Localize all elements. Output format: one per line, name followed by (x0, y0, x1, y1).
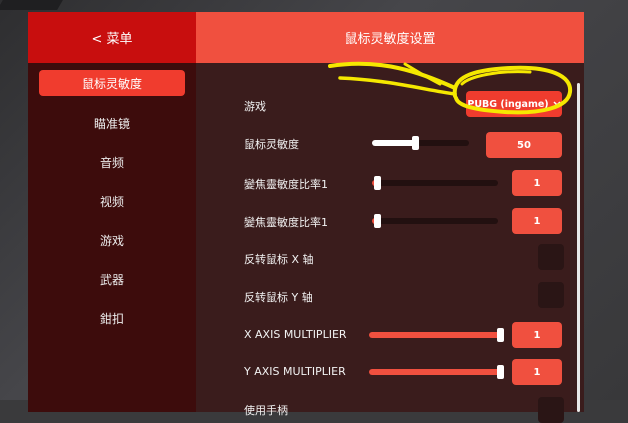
slider-knob[interactable] (497, 365, 504, 379)
zoom-ratio-2-slider[interactable] (372, 214, 498, 228)
settings-panel: < 菜单 鼠标灵敏度 瞄准镜 音频 视频 游戏 武器 鉗扣 鼠标灵敏度设置 游戏… (28, 12, 584, 423)
game-select-value: PUBG (ingame) (467, 98, 549, 110)
invert-x-label: 反转鼠标 X 轴 (244, 253, 314, 266)
zoom-ratio-1-label: 變焦靈敏度比率1 (244, 178, 328, 191)
scrollbar[interactable] (577, 83, 580, 412)
page-title: 鼠标灵敏度设置 (196, 12, 584, 63)
slider-knob[interactable] (497, 328, 504, 342)
sidebar-item-game[interactable]: 游戏 (39, 227, 185, 253)
invert-x-toggle[interactable] (538, 244, 564, 270)
settings-content: 游戏 PUBG (ingame) 鼠标灵敏度 50 變焦靈敏度比率1 1 變焦靈… (196, 63, 584, 423)
x-multiplier-slider[interactable] (369, 328, 504, 342)
slider-fill (372, 140, 416, 146)
slider-fill (369, 332, 501, 338)
sidebar-item-buttons[interactable]: 鉗扣 (39, 305, 185, 331)
sidebar-item-mouse-sensitivity[interactable]: 鼠标灵敏度 (39, 70, 185, 96)
chevron-down-icon (553, 101, 561, 107)
zoom-ratio-2-value[interactable]: 1 (512, 208, 562, 234)
game-label: 游戏 (244, 100, 266, 113)
game-select[interactable]: PUBG (ingame) (466, 91, 562, 117)
mouse-sensitivity-label: 鼠标灵敏度 (244, 138, 299, 151)
slider-knob[interactable] (374, 214, 382, 228)
y-multiplier-label: Y AXIS MULTIPLIER (244, 365, 346, 378)
x-multiplier-value[interactable]: 1 (512, 322, 562, 348)
zoom-ratio-1-slider[interactable] (372, 176, 498, 190)
y-multiplier-slider[interactable] (369, 365, 504, 379)
slider-knob[interactable] (411, 136, 419, 150)
mouse-sensitivity-slider[interactable] (372, 136, 469, 150)
sidebar-item-audio[interactable]: 音频 (39, 149, 185, 175)
mouse-sensitivity-value[interactable]: 50 (486, 132, 562, 158)
sidebar-item-video[interactable]: 视频 (39, 188, 185, 214)
back-to-menu-button[interactable]: < 菜单 (28, 12, 196, 63)
use-controller-toggle[interactable] (538, 397, 564, 423)
x-multiplier-label: X AXIS MULTIPLIER (244, 328, 347, 341)
zoom-ratio-1-value[interactable]: 1 (512, 170, 562, 196)
slider-knob[interactable] (374, 176, 382, 190)
background-stripe (0, 0, 63, 10)
slider-fill (369, 369, 501, 375)
y-multiplier-value[interactable]: 1 (512, 359, 562, 385)
sidebar-item-scope[interactable]: 瞄准镜 (39, 110, 185, 136)
sidebar: < 菜单 鼠标灵敏度 瞄准镜 音频 视频 游戏 武器 鉗扣 (28, 12, 196, 412)
zoom-ratio-2-label: 變焦靈敏度比率1 (244, 216, 328, 229)
use-controller-label: 使用手柄 (244, 404, 288, 417)
invert-y-label: 反转鼠标 Y 轴 (244, 291, 313, 304)
invert-y-toggle[interactable] (538, 282, 564, 308)
sidebar-item-weapons[interactable]: 武器 (39, 266, 185, 292)
